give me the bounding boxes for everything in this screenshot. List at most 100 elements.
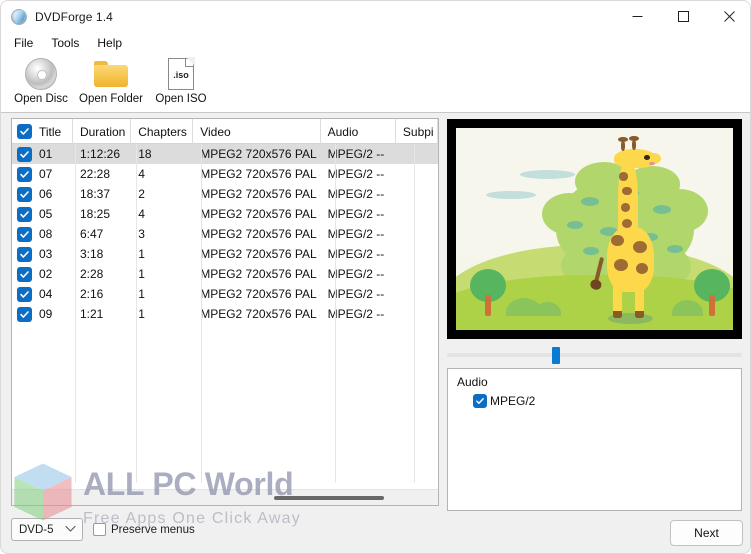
open-disc-label: Open Disc <box>14 93 68 105</box>
table-header-row: Title Duration Chapters Video Audio Subp… <box>12 119 438 144</box>
preview-position-slider[interactable] <box>447 347 742 364</box>
row-checkbox[interactable] <box>17 186 32 202</box>
column-header-duration[interactable]: Duration <box>73 119 132 144</box>
window-controls <box>614 1 750 32</box>
row-checkbox[interactable] <box>17 146 32 162</box>
slider-thumb[interactable] <box>552 347 561 364</box>
row-duration-cell: 18:25 <box>79 207 110 221</box>
minimize-button[interactable] <box>614 1 660 32</box>
row-title-cell[interactable]: 03 <box>12 244 73 264</box>
row-checkbox[interactable] <box>17 286 32 302</box>
maximize-icon <box>677 11 689 22</box>
row-chapters-cell: 4 <box>138 167 145 181</box>
table-horizontal-scrollbar[interactable] <box>12 489 438 505</box>
next-button[interactable]: Next <box>670 520 743 546</box>
menu-item-help[interactable]: Help <box>89 34 130 52</box>
row-video-cell: MPEG2 720x576 PAL 4:3 <box>200 147 319 161</box>
open-disc-button[interactable]: Open Disc <box>6 54 76 105</box>
disc-size-value: DVD-5 <box>19 523 54 536</box>
preserve-menus-label: Preserve menus <box>111 523 195 536</box>
audio-panel-title: Audio <box>457 375 488 389</box>
open-folder-button[interactable]: Open Folder <box>76 54 146 105</box>
check-icon <box>20 128 29 135</box>
row-checkbox[interactable] <box>17 226 32 242</box>
row-audio-cell: MPEG/2 -- <box>327 207 385 221</box>
row-video-cell: MPEG2 720x576 PAL 4:3 <box>200 207 319 221</box>
check-icon <box>20 290 29 298</box>
preserve-menus-box[interactable] <box>93 523 106 536</box>
row-title-cell[interactable]: 08 <box>12 224 73 244</box>
disc-size-select[interactable]: DVD-5 <box>11 518 83 541</box>
row-chapters-cell: 18 <box>138 147 152 161</box>
row-subpicture-cell <box>396 144 438 164</box>
row-checkbox[interactable] <box>17 206 32 222</box>
check-icon <box>20 310 29 318</box>
audio-track-label: MPEG/2 <box>490 394 536 408</box>
window-title: DVDForge 1.4 <box>35 9 113 24</box>
row-title-label: 09 <box>39 307 53 321</box>
row-video-cell: MPEG2 720x576 PAL 4:3 <box>200 227 319 241</box>
row-title-cell[interactable]: 04 <box>12 284 73 304</box>
column-header-video[interactable]: Video <box>193 119 321 144</box>
row-duration-cell: 1:12:26 <box>79 147 121 161</box>
audio-track-item[interactable]: MPEG/2 <box>473 394 741 408</box>
row-duration-cell: 1:21 <box>79 307 104 321</box>
row-audio-cell: MPEG/2 -- <box>327 307 385 321</box>
column-header-subpicture[interactable]: Subpi <box>396 119 438 144</box>
row-subpicture-cell <box>396 204 438 224</box>
row-checkbox[interactable] <box>17 266 32 282</box>
row-title-cell[interactable]: 09 <box>12 304 73 324</box>
audio-track-checkbox[interactable] <box>473 394 487 408</box>
row-subpicture-cell <box>396 284 438 304</box>
row-chapters-cell: 3 <box>138 227 145 241</box>
check-icon <box>20 190 29 198</box>
column-header-chapters[interactable]: Chapters <box>131 119 194 144</box>
row-title-label: 05 <box>39 207 53 221</box>
bottom-controls: DVD-5 Preserve menus <box>11 518 195 541</box>
giraffe-cartoon-scene <box>456 128 733 330</box>
row-video-cell: MPEG2 720x576 PAL 4:3 <box>200 187 319 201</box>
row-title-label: 06 <box>39 187 53 201</box>
menu-item-file[interactable]: File <box>6 34 41 52</box>
titles-table: Title Duration Chapters Video Audio Subp… <box>11 118 439 506</box>
check-icon <box>20 270 29 278</box>
close-button[interactable] <box>706 1 750 32</box>
giraffe-leg <box>634 285 645 318</box>
toolbar: Open Disc Open Folder .iso Open ISO <box>1 54 750 113</box>
row-checkbox[interactable] <box>17 306 32 322</box>
close-icon <box>723 11 735 22</box>
cd-disc-icon <box>24 57 58 91</box>
row-title-cell[interactable]: 06 <box>12 184 73 204</box>
row-audio-cell: MPEG/2 -- <box>327 247 385 261</box>
row-video-cell: MPEG2 720x576 PAL 4:3 <box>200 267 319 281</box>
row-subpicture-cell <box>396 164 438 184</box>
column-header-audio[interactable]: Audio <box>321 119 396 144</box>
row-video-cell: MPEG2 720x576 PAL 4:3 <box>200 287 319 301</box>
row-chapters-cell: 1 <box>138 267 145 281</box>
row-duration-cell: 3:18 <box>79 247 104 261</box>
row-title-cell[interactable]: 02 <box>12 264 73 284</box>
column-header-title[interactable]: Title <box>12 119 73 144</box>
slider-track[interactable] <box>447 353 742 357</box>
audio-tracks-panel: Audio MPEG/2 <box>447 368 742 511</box>
row-title-cell[interactable]: 01 <box>12 144 73 164</box>
title-bar: DVDForge 1.4 <box>1 1 750 32</box>
scrollbar-thumb[interactable] <box>274 496 384 500</box>
maximize-button[interactable] <box>660 1 706 32</box>
row-title-label: 01 <box>39 147 53 161</box>
open-iso-button[interactable]: .iso Open ISO <box>146 54 216 105</box>
row-checkbox[interactable] <box>17 166 32 182</box>
row-title-cell[interactable]: 05 <box>12 204 73 224</box>
row-title-cell[interactable]: 07 <box>12 164 73 184</box>
row-subpicture-cell <box>396 304 438 324</box>
column-header-title-label: Title <box>39 124 62 139</box>
row-title-label: 07 <box>39 167 53 181</box>
select-all-checkbox[interactable] <box>17 124 32 139</box>
row-checkbox[interactable] <box>17 246 32 262</box>
row-chapters-cell: 1 <box>138 287 145 301</box>
tree-icon <box>469 269 506 316</box>
menu-item-tools[interactable]: Tools <box>43 34 87 52</box>
iso-file-icon: .iso <box>164 57 198 91</box>
preserve-menus-checkbox[interactable]: Preserve menus <box>93 523 195 536</box>
row-video-cell: MPEG2 720x576 PAL 4:3 <box>200 247 319 261</box>
